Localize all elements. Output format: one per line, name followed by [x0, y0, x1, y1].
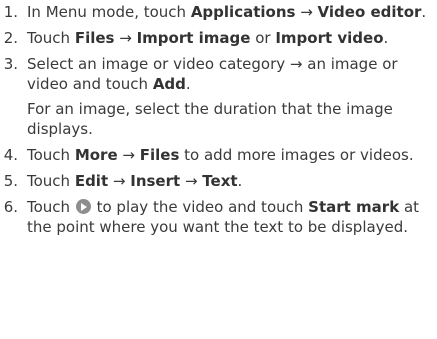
- more-label: More: [74, 146, 118, 164]
- step-2: 2. Touch Files → Import image or Import …: [0, 28, 437, 48]
- step-text-part: Select an image or video category → an i…: [27, 55, 398, 93]
- step-text-part: .: [421, 3, 427, 21]
- import-image-label: Import image: [136, 29, 251, 47]
- step-4: 4. Touch More → Files to add more images…: [0, 145, 437, 165]
- arrow-separator: →: [295, 3, 318, 21]
- step-text: In Menu mode, touch Applications → Video…: [27, 2, 427, 22]
- step-text-part: .: [185, 75, 191, 93]
- step-number: 6.: [3, 198, 18, 216]
- text-label: Text: [202, 172, 238, 190]
- step-text-part: or: [250, 29, 276, 47]
- start-mark-label: Start mark: [308, 198, 400, 216]
- import-video-label: Import video: [275, 29, 384, 47]
- step-number: 2.: [3, 29, 18, 47]
- step-text-part: Touch: [27, 29, 75, 47]
- step-text: Touch More → Files to add more images or…: [27, 145, 427, 165]
- files-label: Files: [139, 146, 180, 164]
- instructions-page: 1. In Menu mode, touch Applications → Vi…: [0, 0, 437, 339]
- step-note: For an image, select the duration that t…: [27, 100, 393, 138]
- files-label: Files: [74, 29, 115, 47]
- step-1: 1. In Menu mode, touch Applications → Vi…: [0, 2, 437, 22]
- step-number: 1.: [3, 3, 18, 21]
- step-text: Select an image or video category → an i…: [27, 54, 427, 139]
- step-number: 3.: [3, 55, 18, 73]
- arrow-separator: →: [180, 172, 203, 190]
- step-text-part: to add more images or videos.: [179, 146, 414, 164]
- play-icon: [75, 199, 91, 214]
- add-label: Add: [152, 75, 186, 93]
- video-editor-label: Video editor: [317, 3, 422, 21]
- step-text: Touch Edit → Insert → Text.: [27, 171, 427, 191]
- step-text-part: to play the video and touch: [91, 198, 309, 216]
- step-text: Touch to play the video and touch Start …: [27, 197, 427, 237]
- step-text-part: Touch: [27, 172, 75, 190]
- step-text: Touch Files → Import image or Import vid…: [27, 28, 427, 48]
- arrow-separator: →: [108, 172, 131, 190]
- step-6: 6. Touch to play the video and touch Sta…: [0, 197, 437, 237]
- arrow-separator: →: [117, 146, 140, 164]
- steps-list: 1. In Menu mode, touch Applications → Vi…: [0, 2, 437, 237]
- step-text-part: Touch: [27, 146, 75, 164]
- step-text-part: In Menu mode, touch: [27, 3, 191, 21]
- insert-label: Insert: [130, 172, 181, 190]
- step-3: 3. Select an image or video category → a…: [0, 54, 437, 139]
- step-number: 4.: [3, 146, 18, 164]
- step-text-part: Touch: [27, 198, 75, 216]
- step-5: 5. Touch Edit → Insert → Text.: [0, 171, 437, 191]
- step-number: 5.: [3, 172, 18, 190]
- step-text-part: .: [237, 172, 243, 190]
- applications-label: Applications: [190, 3, 296, 21]
- step-text-part: .: [383, 29, 389, 47]
- arrow-separator: →: [114, 29, 137, 47]
- edit-label: Edit: [74, 172, 109, 190]
